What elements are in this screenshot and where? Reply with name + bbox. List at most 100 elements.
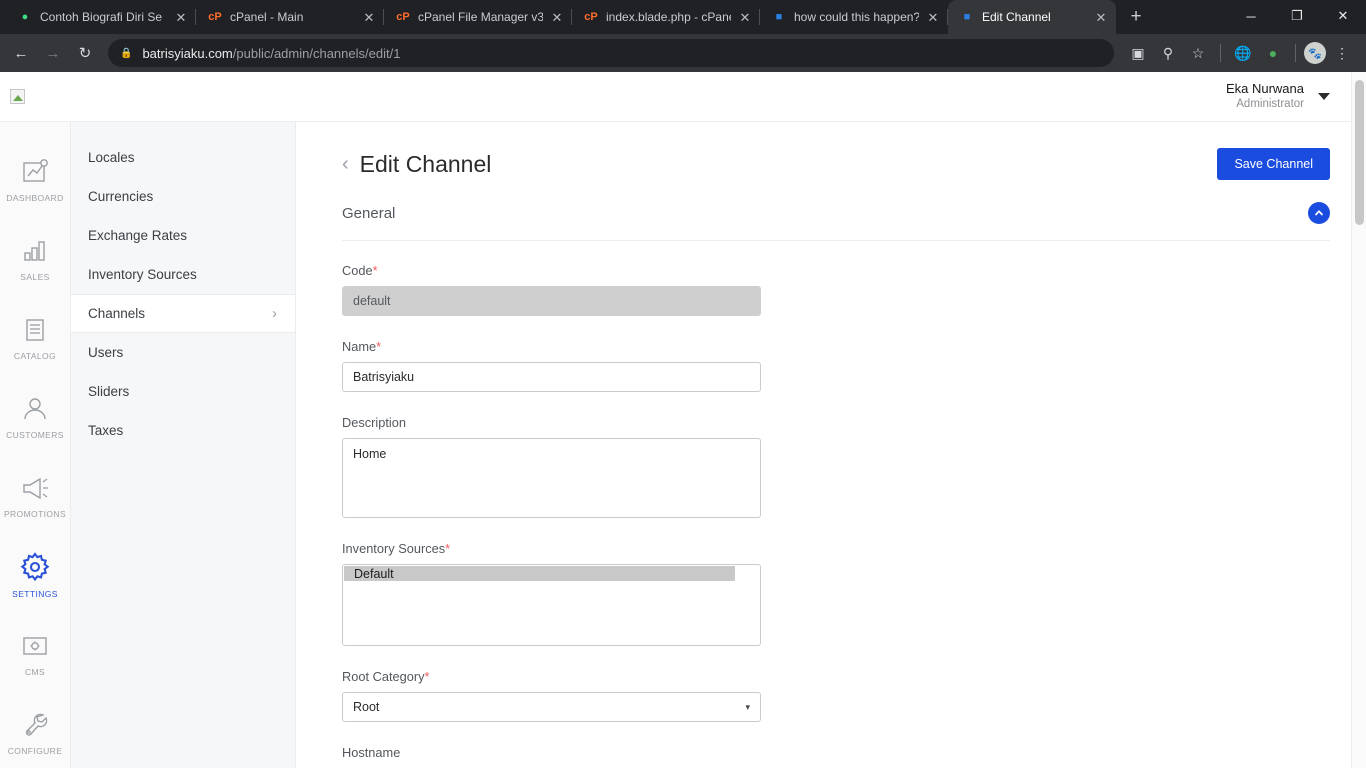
page-title: Edit Channel — [359, 150, 492, 177]
subnav-item-sliders[interactable]: Sliders — [71, 372, 295, 411]
subnav-label: Channels — [88, 306, 146, 321]
new-tab-button[interactable]: + — [1122, 3, 1150, 31]
sidebar-item-dashboard[interactable]: DASHBOARD — [0, 140, 70, 219]
tab-close-icon[interactable]: ✕ — [550, 11, 564, 24]
save-channel-button[interactable]: Save Channel — [1217, 148, 1330, 180]
book-icon: ■ — [963, 11, 971, 23]
subnav-label: Currencies — [88, 189, 154, 204]
browser-tab-active[interactable]: ■ Edit Channel ✕ — [948, 0, 1116, 34]
chrome-menu-icon[interactable]: ⋮ — [1328, 39, 1356, 67]
sidebar-label: CATALOG — [13, 350, 57, 361]
section-title: General — [342, 204, 396, 222]
field-label: Root Category* — [342, 669, 1330, 684]
tab-close-icon[interactable]: ✕ — [1094, 11, 1108, 24]
subnav-item-users[interactable]: Users — [71, 333, 295, 372]
tab-close-icon[interactable]: ✕ — [738, 11, 752, 24]
browser-chrome: ● Contoh Biografi Diri Se ✕ cP cPanel - … — [0, 0, 1366, 72]
sidebar-item-promotions[interactable]: PROMOTIONS — [0, 456, 70, 535]
admin-body: DASHBOARD SALES CATALOG CUSTOMERS PROMOT… — [0, 122, 1366, 768]
tab-title: Edit Channel — [982, 10, 1051, 24]
url-host: batrisyiaku.com — [142, 45, 233, 61]
subnav-item-locales[interactable]: Locales — [71, 138, 295, 177]
globe-extension-icon[interactable]: 🌐 — [1229, 39, 1257, 67]
broken-image-icon — [10, 89, 25, 104]
tab-close-icon[interactable]: ✕ — [926, 11, 940, 24]
chevron-right-icon: › — [272, 305, 277, 322]
bar-chart-icon — [24, 240, 45, 261]
label-text: Hostname — [342, 745, 401, 760]
sidebar-label: CUSTOMERS — [6, 429, 64, 440]
chevron-down-icon[interactable] — [1318, 93, 1330, 100]
sidebar-item-configure[interactable]: CONFIGURE — [0, 693, 70, 768]
required-marker: * — [372, 263, 378, 278]
back-chevron-icon[interactable]: ‹ — [342, 154, 349, 174]
url-path: /public/admin/channels/edit/1 — [232, 45, 401, 61]
required-marker: * — [445, 541, 451, 556]
root-category-select[interactable]: Root ▾ — [342, 692, 761, 722]
user-menu[interactable]: Eka Nurwana Administrator — [1226, 81, 1330, 112]
back-button[interactable]: ← — [6, 38, 36, 68]
admin-topbar: Eka Nurwana Administrator — [0, 72, 1366, 122]
field-description: Description Home — [342, 415, 1330, 518]
forward-button[interactable]: → — [38, 38, 68, 68]
web-page: Eka Nurwana Administrator DASHBOARD SALE… — [0, 72, 1366, 768]
subnav-label: Sliders — [88, 384, 130, 399]
general-section: General Code* default Name* Batrisyiaku — [342, 202, 1330, 760]
reload-button[interactable]: ↻ — [70, 38, 100, 68]
toolbar-divider — [1220, 44, 1221, 62]
translate-icon[interactable]: ▣ — [1124, 39, 1152, 67]
profile-avatar[interactable]: 🐾 — [1304, 42, 1326, 64]
subnav-item-currencies[interactable]: Currencies — [71, 177, 295, 216]
browser-tab[interactable]: cP cPanel File Manager v3 ✕ — [384, 0, 572, 34]
tab-close-icon[interactable]: ✕ — [174, 11, 188, 24]
dashboard-icon — [23, 158, 48, 182]
window-minimize-button[interactable]: ─ — [1228, 0, 1274, 32]
tab-strip: ● Contoh Biografi Diri Se ✕ cP cPanel - … — [0, 0, 1366, 34]
collapse-section-button[interactable] — [1308, 202, 1330, 224]
browser-tab[interactable]: cP index.blade.php - cPane ✕ — [572, 0, 760, 34]
tab-title: cPanel File Manager v3 — [418, 10, 543, 24]
scrollbar-thumb[interactable] — [1355, 80, 1364, 225]
field-hostname: Hostname — [342, 745, 1330, 760]
window-close-button[interactable]: ✕ — [1320, 0, 1366, 32]
multiselect-option[interactable]: Default — [344, 566, 735, 581]
cpanel-icon: cP — [396, 11, 410, 23]
label-text: Name — [342, 339, 377, 354]
subnav-item-taxes[interactable]: Taxes — [71, 411, 295, 450]
inventory-sources-multiselect[interactable]: Default — [342, 564, 761, 646]
sidebar-item-sales[interactable]: SALES — [0, 219, 70, 298]
name-input[interactable]: Batrisyiaku — [342, 362, 761, 392]
toolbar-divider — [1295, 44, 1296, 62]
search-icon[interactable]: ⚲ — [1154, 39, 1182, 67]
tab-close-icon[interactable]: ✕ — [362, 11, 376, 24]
sidebar-item-cms[interactable]: CMS — [0, 614, 70, 693]
window-maximize-button[interactable]: ❐ — [1274, 0, 1320, 32]
browser-tab[interactable]: ■ how could this happen? ✕ — [760, 0, 948, 34]
channel-form: Code* default Name* Batrisyiaku Descript… — [342, 241, 1330, 760]
browser-tab[interactable]: ● Contoh Biografi Diri Se ✕ — [6, 0, 196, 34]
field-label: Hostname — [342, 745, 1330, 760]
subnav-item-exchange-rates[interactable]: Exchange Rates — [71, 216, 295, 255]
subnav-label: Exchange Rates — [88, 228, 188, 243]
sidebar-item-settings[interactable]: SETTINGS — [0, 535, 70, 614]
label-text: Root Category — [342, 669, 425, 684]
content-header: ‹ Edit Channel Save Channel — [342, 140, 1330, 180]
subnav-label: Locales — [88, 150, 135, 165]
subnav-label: Users — [88, 345, 124, 360]
description-textarea[interactable]: Home — [342, 438, 761, 518]
main-content: ‹ Edit Channel Save Channel General Code… — [296, 122, 1366, 768]
color-extension-icon[interactable]: ● — [1259, 39, 1287, 67]
sidebar-label: SALES — [20, 271, 50, 282]
subnav-item-channels[interactable]: Channels › — [71, 294, 295, 333]
user-role: Administrator — [1236, 98, 1304, 111]
sidebar-item-customers[interactable]: CUSTOMERS — [0, 377, 70, 456]
code-input: default — [342, 286, 761, 316]
omnibox-bar: ← → ↻ 🔒 batrisyiaku.com/public/admin/cha… — [0, 34, 1366, 72]
page-scrollbar[interactable] — [1351, 72, 1366, 768]
sidebar-item-catalog[interactable]: CATALOG — [0, 298, 70, 377]
subnav-item-inventory-sources[interactable]: Inventory Sources — [71, 255, 295, 294]
address-bar[interactable]: 🔒 batrisyiaku.com/public/admin/channels/… — [108, 39, 1114, 67]
bookmark-star-icon[interactable]: ☆ — [1184, 39, 1212, 67]
book-icon: ■ — [775, 11, 783, 23]
browser-tab[interactable]: cP cPanel - Main ✕ — [196, 0, 384, 34]
